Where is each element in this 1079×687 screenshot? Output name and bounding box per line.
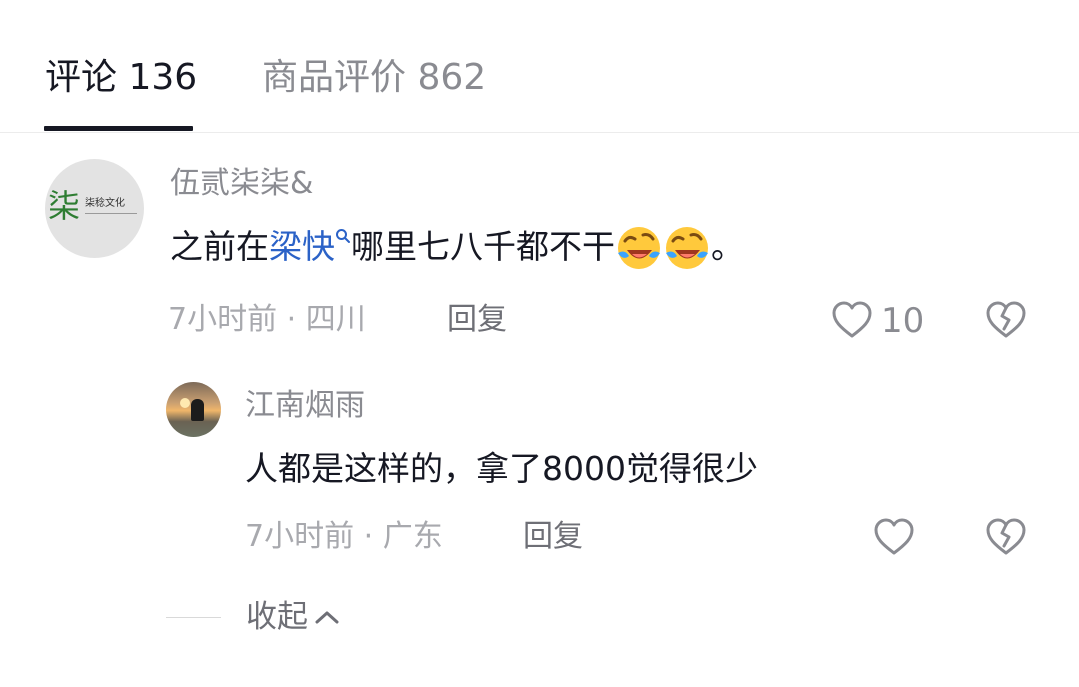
like-heart-icon[interactable] — [830, 298, 874, 342]
reply-username[interactable]: 江南烟雨 — [245, 388, 365, 424]
collapse-replies-button[interactable]: 收起 — [246, 598, 340, 636]
like-heart-icon[interactable] — [872, 515, 916, 559]
comment-username[interactable]: 伍贰柒柒& — [170, 166, 313, 202]
avatar-logo-text: 柒稔文化 — [85, 198, 125, 209]
like-count: 10 — [881, 301, 925, 341]
search-link-text[interactable]: 梁快 — [269, 227, 335, 266]
avatar-logo-divider — [85, 213, 137, 214]
avatar[interactable]: 柒 柒稔文化 — [45, 159, 144, 258]
collapse-divider — [166, 617, 221, 618]
comment-location: 四川 — [305, 302, 366, 337]
dislike-broken-heart-icon[interactable] — [984, 515, 1028, 559]
comment-text-part: 。 — [711, 227, 744, 266]
reply-text: 人都是这样的，拿了8000觉得很少 — [245, 449, 758, 488]
comment-meta: 7小时前 · 四川 — [168, 302, 366, 338]
comment-text-part: 之前在 — [170, 227, 269, 266]
collapse-label[interactable]: 收起 — [246, 599, 308, 635]
comment-time: 7小时前 — [168, 302, 278, 337]
reply-avatar[interactable] — [166, 382, 221, 437]
search-link[interactable]: 梁快 — [269, 227, 351, 266]
reply-button[interactable]: 回复 — [447, 302, 507, 338]
reply-location: 广东 — [382, 519, 443, 554]
avatar-logo-char: 柒 — [48, 187, 81, 225]
dislike-broken-heart-icon[interactable] — [984, 298, 1028, 342]
comment-text-part: 哪里七八千都不干 — [351, 227, 615, 266]
active-tab-indicator — [44, 126, 193, 131]
comment-tabs: 评论 136 商品评价 862 — [0, 0, 1079, 133]
search-icon — [336, 229, 350, 243]
laughing-crying-emoji-icon — [666, 226, 708, 269]
meta-separator: · — [277, 302, 306, 337]
comment-text: 之前在梁快 哪里七八千都不干 。 — [170, 226, 744, 271]
laughing-crying-emoji-icon — [618, 226, 660, 269]
reply-meta: 7小时前 · 广东 — [245, 519, 443, 555]
reply-to-reply-button[interactable]: 回复 — [523, 519, 583, 555]
avatar-person — [191, 399, 204, 421]
tab-comments[interactable]: 评论 136 — [45, 56, 197, 100]
chevron-up-icon — [315, 611, 339, 623]
meta-separator: · — [354, 519, 383, 554]
avatar-sun — [180, 398, 190, 408]
tab-product-reviews[interactable]: 商品评价 862 — [262, 56, 486, 100]
reply-time: 7小时前 — [245, 519, 355, 554]
